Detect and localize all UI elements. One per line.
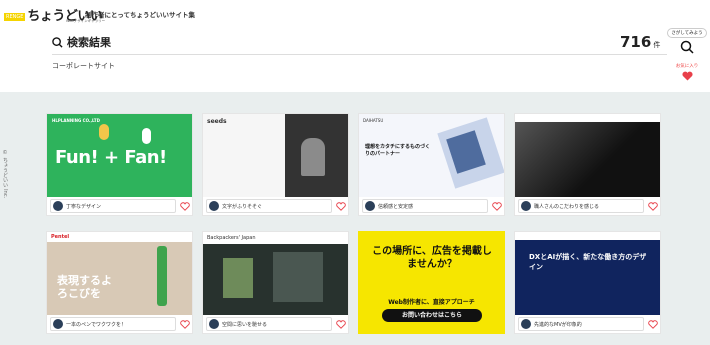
divider bbox=[52, 54, 667, 55]
search-heading: 検索結果 bbox=[52, 34, 111, 50]
page-title: 検索結果 bbox=[67, 36, 111, 49]
thumb-sub: Pentel bbox=[51, 234, 70, 240]
contact-button[interactable]: お問い合わせはこちら bbox=[382, 309, 482, 322]
thumb-nav bbox=[515, 114, 660, 122]
avatar bbox=[521, 201, 531, 211]
logo-sub: Webデザインギャラリー bbox=[66, 19, 106, 23]
card-caption: 一本のペンでワクワクを！ bbox=[50, 317, 176, 331]
search-button-icon[interactable] bbox=[680, 40, 694, 54]
heart-icon[interactable] bbox=[180, 320, 190, 329]
thumb-headline: DXとAIが描く、新たな働き方のデザイン bbox=[529, 253, 647, 271]
site-card[interactable]: 職人さんのこだわりを感じる bbox=[514, 113, 661, 216]
photo bbox=[223, 258, 253, 298]
thumb-headline: seeds bbox=[207, 118, 227, 125]
card-caption: 先進的なMVが印象的 bbox=[518, 317, 644, 331]
thumb-headline: Fun! + Fan! bbox=[55, 147, 167, 168]
caption-text: 信頼感と安定感 bbox=[378, 203, 414, 210]
card-caption: 職人さんのこだわりを感じる bbox=[518, 199, 644, 213]
header: RENGE ちょうどいい Webデザインギャラリー 制作者にとってちょうどいいサ… bbox=[0, 0, 710, 92]
search-icon bbox=[52, 36, 63, 48]
caption-text: 空間に思いを馳せる bbox=[222, 321, 268, 328]
site-tagline: 制作者にとってちょうどいいサイト集 bbox=[85, 11, 195, 19]
illustration bbox=[157, 246, 167, 306]
thumb-nav bbox=[515, 232, 660, 240]
card-caption: 空間に思いを馳せる bbox=[206, 317, 332, 331]
photo bbox=[515, 122, 660, 197]
card-thumbnail[interactable]: seeds bbox=[203, 114, 348, 197]
ad-banner[interactable]: この場所に、広告を掲載しませんか？ Web制作者に、直接アプローチ お問い合わせ… bbox=[358, 231, 505, 334]
avatar bbox=[53, 319, 63, 329]
result-count-value: 716 bbox=[620, 33, 652, 51]
card-thumbnail[interactable]: Pentel 表現するよろこびを bbox=[47, 232, 192, 315]
avatar bbox=[53, 201, 63, 211]
thumb-headline: 表現するよろこびを bbox=[57, 274, 112, 300]
heart-icon[interactable] bbox=[336, 202, 346, 211]
heart-icon[interactable] bbox=[492, 202, 502, 211]
caption-text: 職人さんのこだわりを感じる bbox=[534, 203, 600, 210]
avatar bbox=[209, 201, 219, 211]
logo-badge: RENGE bbox=[4, 13, 26, 21]
ad-headline: この場所に、広告を掲載しませんか？ bbox=[372, 246, 492, 270]
card-thumbnail[interactable] bbox=[515, 114, 660, 197]
site-card[interactable]: seeds 文字がふりそそぐ bbox=[202, 113, 349, 216]
heart-icon[interactable] bbox=[681, 71, 693, 81]
site-card[interactable]: DXとAIが描く、新たな働き方のデザイン 先進的なMVが印象的 bbox=[514, 231, 661, 334]
caption-text: 文字がふりそそぐ bbox=[222, 203, 263, 210]
card-thumbnail[interactable]: HLPLANNING CO.,LTD Fun! + Fan! bbox=[47, 114, 192, 197]
card-thumbnail[interactable]: Backpackers' Japan bbox=[203, 232, 348, 315]
illustration bbox=[99, 124, 109, 140]
avatar bbox=[521, 319, 531, 329]
caption-text: 丁寧なデザイン bbox=[66, 203, 102, 210]
photo bbox=[301, 138, 325, 176]
right-tools: さがしてみよう お気に入り bbox=[667, 28, 707, 81]
site-card[interactable]: DAIHATSU 理想をカタチにするものづくりのパートナー 信頼感と安定感 bbox=[358, 113, 505, 216]
site-card[interactable]: Pentel 表現するよろこびを 一本のペンでワクワクを！ bbox=[46, 231, 193, 334]
search-tooltip: さがしてみよう bbox=[667, 28, 707, 38]
heart-icon[interactable] bbox=[336, 320, 346, 329]
result-count: 716 件 bbox=[620, 33, 660, 51]
site-card[interactable]: HLPLANNING CO.,LTD Fun! + Fan! 丁寧なデザイン bbox=[46, 113, 193, 216]
avatar bbox=[209, 319, 219, 329]
card-thumbnail[interactable]: DAIHATSU 理想をカタチにするものづくりのパートナー bbox=[359, 114, 504, 197]
heart-icon[interactable] bbox=[648, 202, 658, 211]
ad-card[interactable]: この場所に、広告を掲載しませんか？ Web制作者に、直接アプローチ お問い合わせ… bbox=[358, 231, 505, 334]
card-thumbnail[interactable]: DXとAIが描く、新たな働き方のデザイン bbox=[515, 232, 660, 315]
thumb-sub: Backpackers' Japan bbox=[207, 235, 256, 241]
favorites-label[interactable]: お気に入り bbox=[676, 63, 699, 69]
photo bbox=[273, 252, 323, 302]
card-caption: 文字がふりそそぐ bbox=[206, 199, 332, 213]
site-card[interactable]: Backpackers' Japan 空間に思いを馳せる bbox=[202, 231, 349, 334]
thumb-sub: DAIHATSU bbox=[363, 118, 384, 123]
illustration bbox=[142, 128, 151, 144]
heart-icon[interactable] bbox=[180, 202, 190, 211]
copyright: © ちょうどいい Inc. bbox=[2, 150, 8, 199]
caption-text: 先進的なMVが印象的 bbox=[534, 321, 582, 328]
heart-icon[interactable] bbox=[648, 320, 658, 329]
thumb-sub: HLPLANNING CO.,LTD bbox=[52, 118, 100, 123]
search-category[interactable]: コーポレートサイト bbox=[52, 61, 115, 71]
avatar bbox=[365, 201, 375, 211]
result-count-unit: 件 bbox=[653, 41, 661, 49]
card-caption: 丁寧なデザイン bbox=[50, 199, 176, 213]
ad-sub: Web制作者に、直接アプローチ bbox=[388, 299, 475, 306]
caption-text: 一本のペンでワクワクを！ bbox=[66, 321, 127, 328]
thumb-headline: 理想をカタチにするものづくりのパートナー bbox=[365, 144, 431, 157]
card-caption: 信頼感と安定感 bbox=[362, 199, 488, 213]
